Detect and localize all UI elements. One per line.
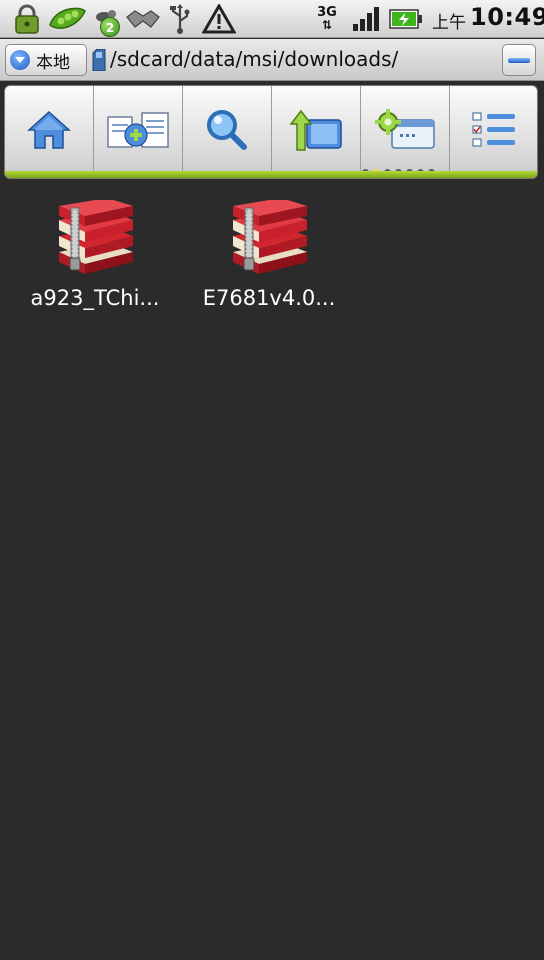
clock-ampm: 上午 (432, 13, 466, 33)
clock-time: 10:49 (470, 3, 544, 31)
settings-window-icon (375, 108, 435, 149)
usb-icon (166, 2, 194, 36)
current-path[interactable]: /sdcard/data/msi/downloads/ (110, 47, 398, 71)
settings-window-button[interactable] (361, 86, 450, 173)
up-folder-button[interactable] (272, 86, 361, 173)
status-bar: 2 3G ⇅ 上午 10:49 (0, 0, 544, 38)
battery-icon (388, 2, 424, 36)
sdcard-icon (92, 48, 106, 75)
list-view-icon (472, 111, 515, 147)
search-icon (207, 109, 247, 150)
network-3g-icon: 3G ⇅ (317, 5, 337, 32)
toolbar-accent-line (5, 171, 537, 178)
file-name: E7681v4.0... (202, 286, 336, 310)
file-item[interactable]: E7681v4.0... (184, 200, 354, 330)
list-view-button[interactable] (450, 86, 537, 173)
signal-icon (350, 2, 382, 36)
search-button[interactable] (183, 86, 272, 173)
peas-icon (46, 2, 88, 36)
file-item[interactable]: a923_TChi... (10, 200, 180, 330)
collapse-toolbar-button[interactable] (502, 44, 536, 76)
winrar-archive-icon (59, 200, 133, 274)
up-folder-icon (289, 109, 342, 151)
multi-select-icon (107, 111, 169, 148)
lock-icon (10, 2, 44, 36)
location-label: 本地 (36, 52, 70, 73)
notification-badge: 2 (100, 17, 120, 37)
multi-select-button[interactable] (94, 86, 183, 173)
chevron-down-icon (10, 50, 30, 70)
handshake-icon (124, 2, 162, 36)
toolbar (4, 85, 538, 179)
warning-icon (200, 2, 238, 36)
home-icon (27, 110, 71, 149)
winrar-archive-icon (233, 200, 307, 274)
home-button[interactable] (5, 86, 94, 173)
path-bar: 本地 /sdcard/data/msi/downloads/ (0, 39, 544, 81)
minus-icon (508, 57, 530, 63)
location-dropdown-button[interactable]: 本地 (5, 44, 87, 76)
file-name: a923_TChi... (30, 286, 160, 310)
